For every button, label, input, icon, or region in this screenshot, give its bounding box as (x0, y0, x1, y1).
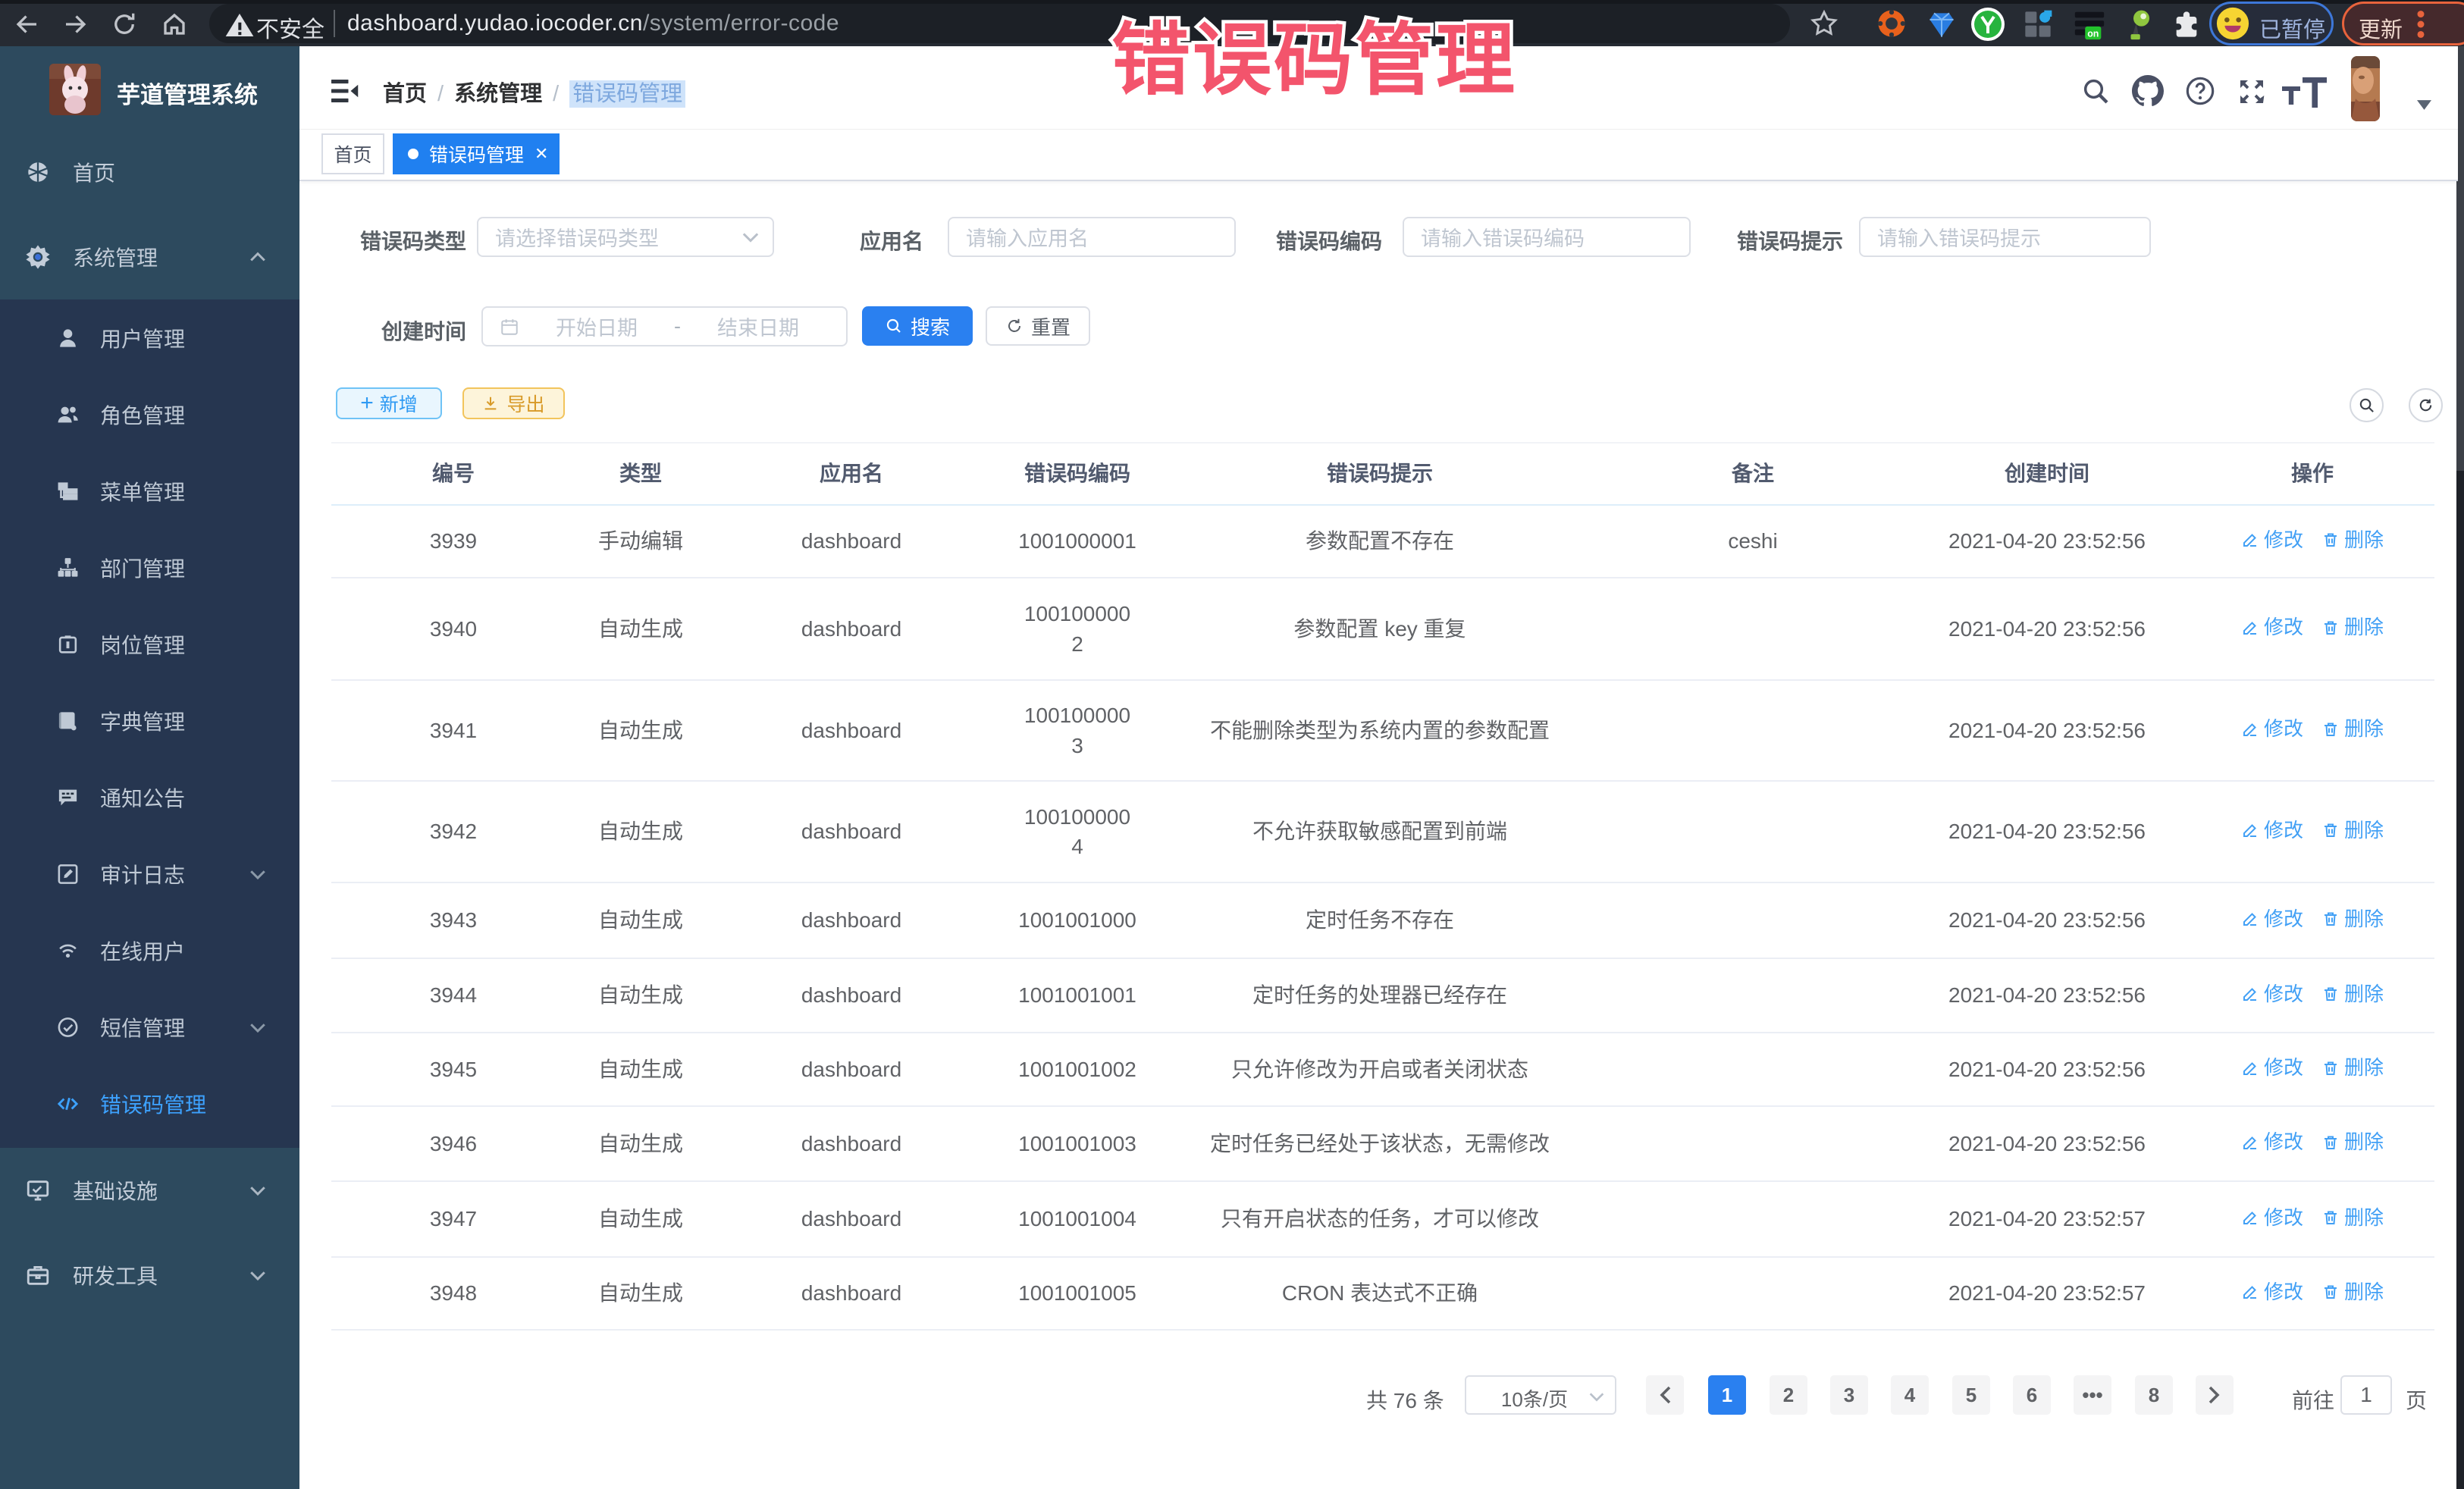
svg-text:错误码管理: 错误码管理 (1111, 17, 1517, 105)
svg-text:on: on (2087, 28, 2099, 39)
